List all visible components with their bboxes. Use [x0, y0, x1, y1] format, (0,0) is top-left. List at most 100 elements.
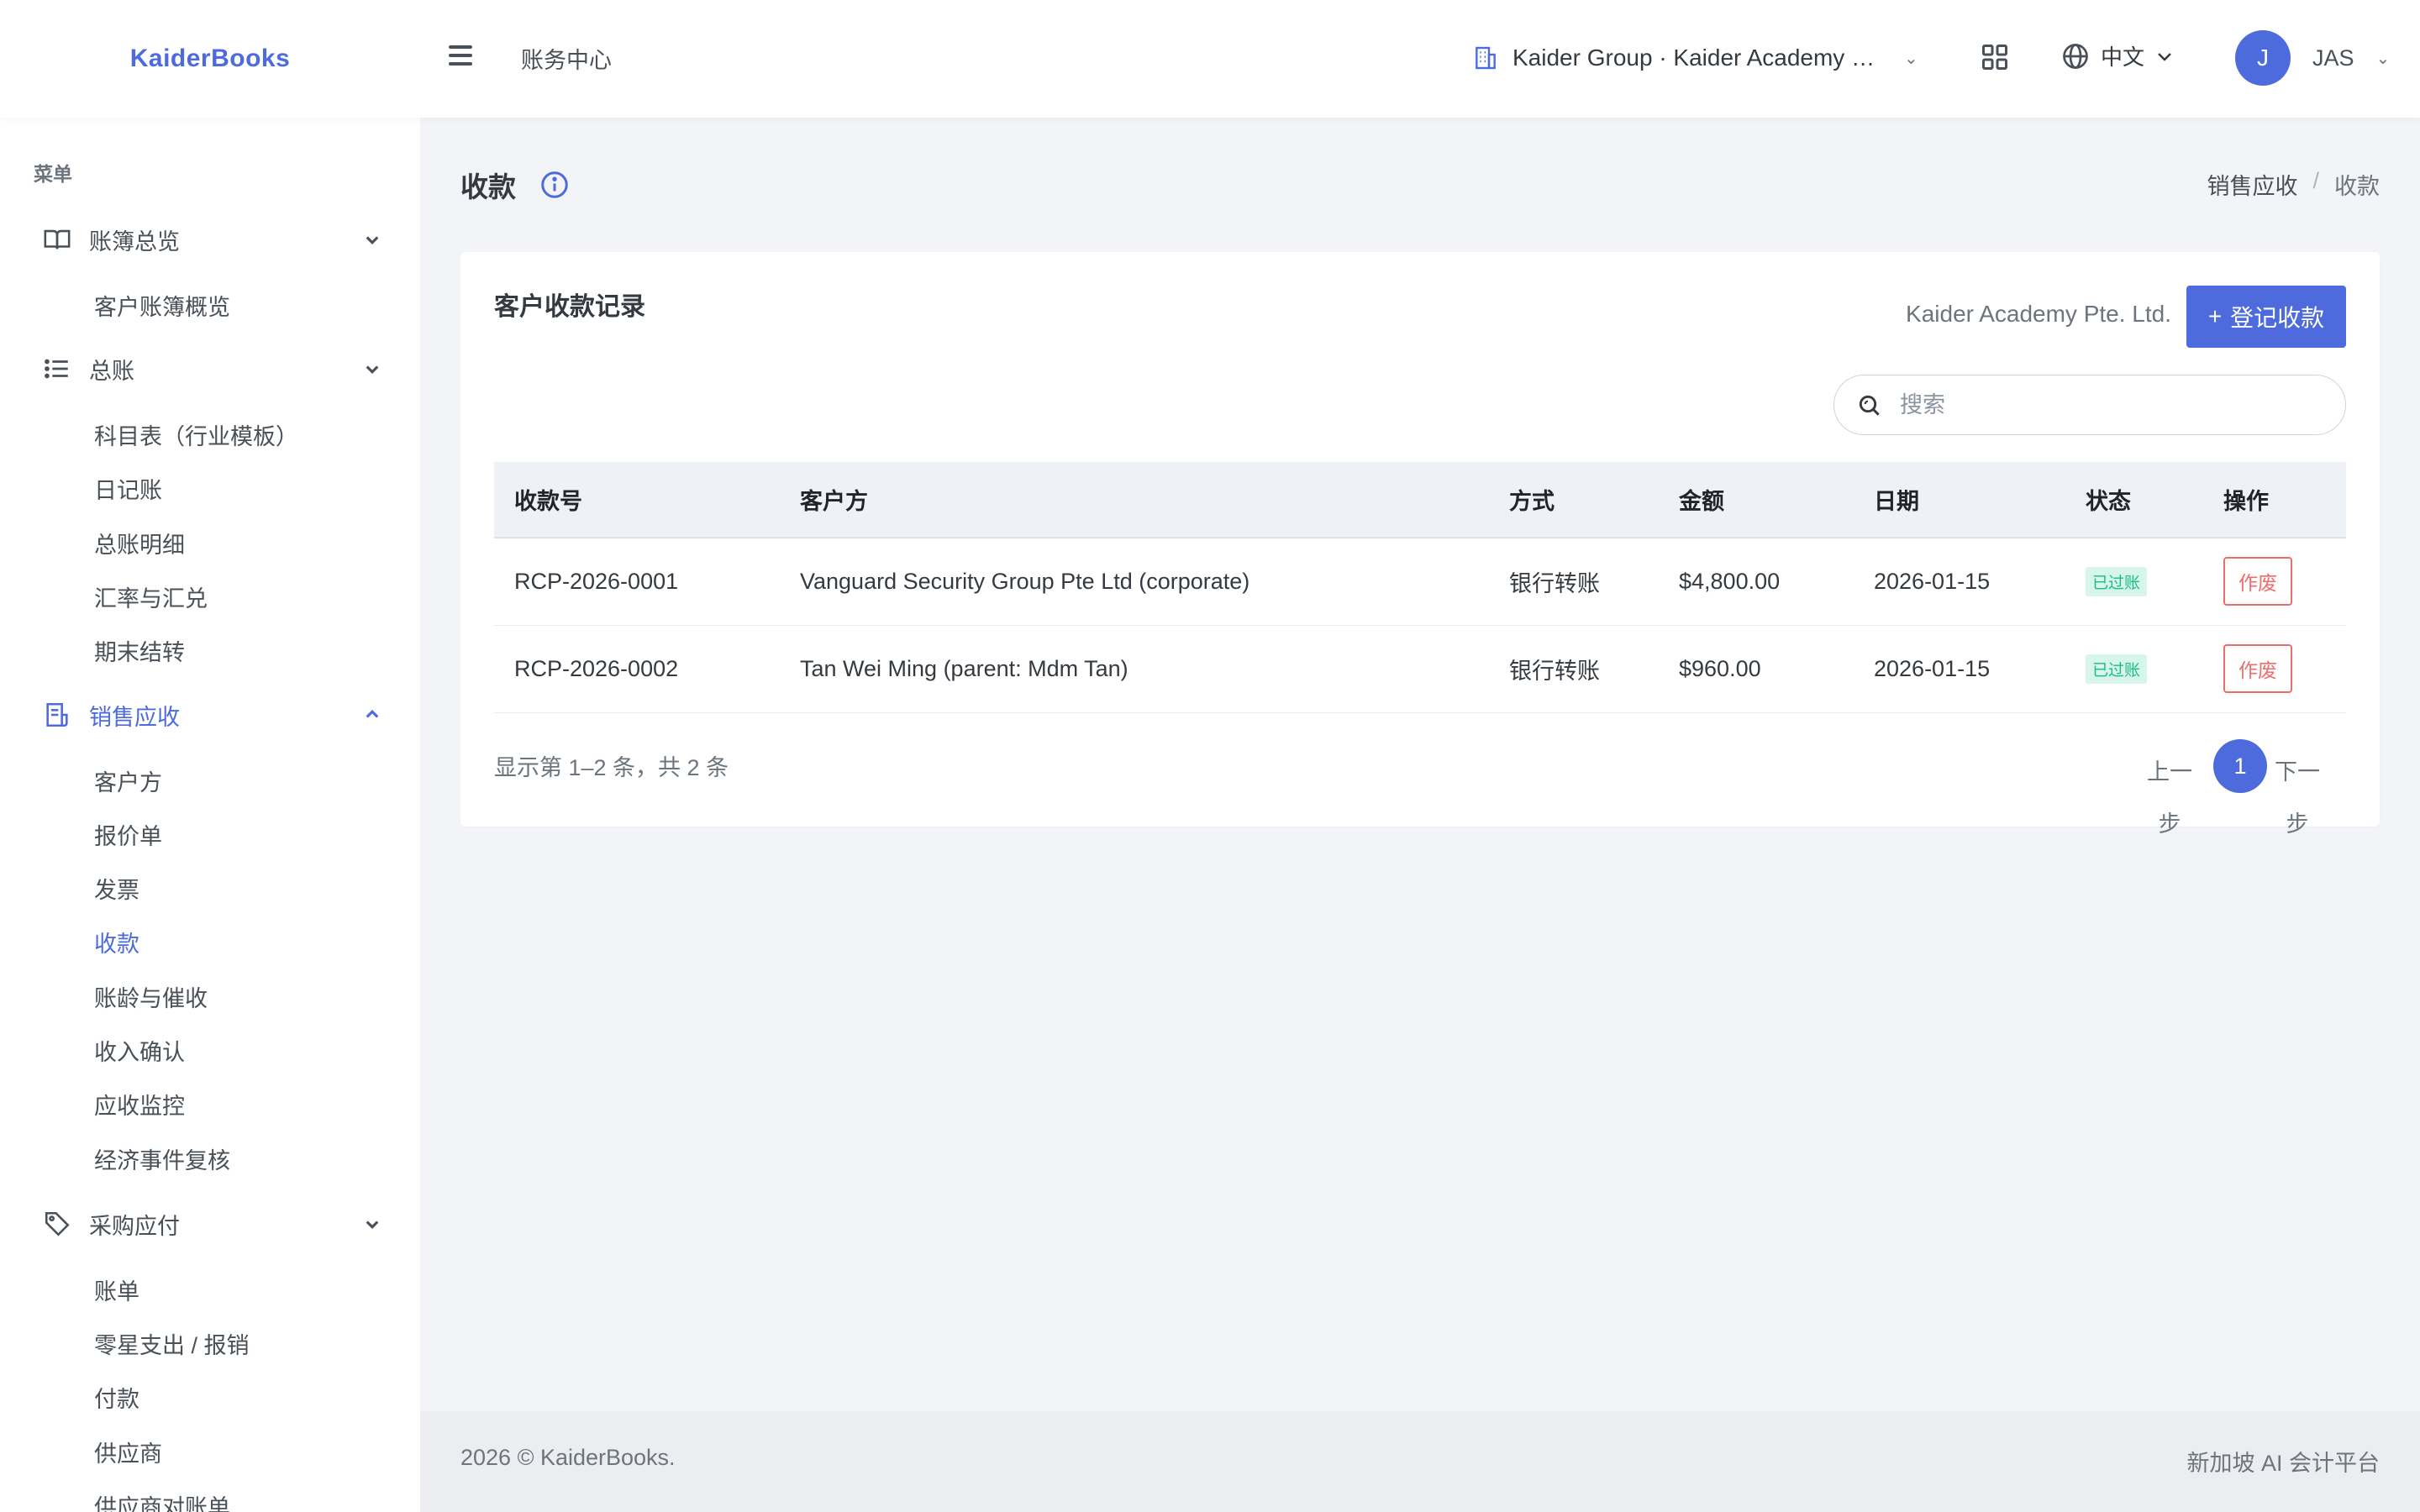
- tag-icon: [40, 1207, 74, 1241]
- sidebar-group-sales-ar[interactable]: 销售应收: [40, 694, 385, 736]
- chevron-down-icon: [2158, 52, 2171, 61]
- sidebar-group-label: 采购应付: [89, 1213, 180, 1239]
- sidebar-group-purchases-ap[interactable]: 采购应付: [40, 1203, 385, 1245]
- pagination: 上一步 1 下一步: [2144, 738, 2346, 855]
- sidebar-item-customer-ledger[interactable]: 客户账簿概览: [94, 289, 230, 322]
- sidebar-group-label: 账簿总览: [89, 228, 180, 255]
- app-title: 账务中心: [521, 48, 612, 73]
- receipt-no: RCP-2026-0001: [514, 568, 679, 594]
- avatar: J: [2235, 30, 2291, 86]
- receipt-no: RCP-2026-0002: [514, 655, 679, 681]
- footer-copyright: 2026 © KaiderBooks.: [460, 1445, 676, 1470]
- column-header-customer[interactable]: 客户方: [780, 462, 1489, 538]
- brand-logo[interactable]: KaiderBooks: [0, 0, 420, 118]
- action-cell: 作废: [2203, 538, 2346, 625]
- chevron-down-icon: [366, 236, 379, 244]
- pagination-summary: 显示第 1–2 条，共 2 条: [494, 755, 729, 780]
- apps-grid-icon[interactable]: [1980, 42, 2010, 72]
- column-header-actions: 操作: [2203, 462, 2346, 538]
- sidebar-item-supplier-statements[interactable]: 供应商对账单: [94, 1489, 230, 1512]
- sidebar-item-fx[interactable]: 汇率与汇兑: [94, 580, 208, 613]
- language-switcher[interactable]: 中文: [2060, 40, 2175, 71]
- language-label: 中文: [2101, 45, 2145, 70]
- sidebar-group-general-ledger[interactable]: 总账: [40, 348, 385, 390]
- search-icon: [1859, 395, 1880, 416]
- column-header-amount[interactable]: 金额: [1659, 462, 1854, 538]
- building-icon: [1476, 46, 1496, 70]
- sidebar-item-quotes[interactable]: 报价单: [94, 818, 162, 851]
- footer-tagline: 新加坡 AI 会计平台: [2186, 1451, 2380, 1476]
- org-switcher[interactable]: Kaider Group · Kaider Academy Pte. Ltd. …: [1472, 37, 1918, 79]
- footer: 2026 © KaiderBooks. 新加坡 AI 会计平台: [420, 1411, 2420, 1512]
- page-title: 收款: [460, 171, 516, 202]
- receipts-card: 客户收款记录 Kaider Academy Pte. Ltd. + 登记收款 收…: [460, 252, 2380, 837]
- company-name: Kaider Academy Pte. Ltd.: [1906, 301, 2171, 327]
- sidebar-group-label: 总账: [89, 358, 134, 384]
- sidebar-item-event-review[interactable]: 经济事件复核: [94, 1142, 230, 1175]
- next-page-button[interactable]: 下一步: [2272, 746, 2323, 850]
- void-button[interactable]: 作废: [2223, 557, 2292, 606]
- sidebar-item-expenses[interactable]: 零星支出 / 报销: [94, 1327, 250, 1360]
- column-header-method[interactable]: 方式: [1489, 462, 1659, 538]
- sidebar-item-invoices[interactable]: 发票: [94, 872, 139, 905]
- add-receipt-label: 登记收款: [2230, 305, 2325, 331]
- chevron-up-icon: [366, 710, 379, 718]
- globe-icon: [2063, 43, 2088, 69]
- sidebar-item-suppliers[interactable]: 供应商: [94, 1436, 162, 1468]
- user-name: JAS: [2312, 45, 2354, 71]
- page-number-button[interactable]: 1: [2213, 739, 2267, 793]
- sidebar-item-period-close[interactable]: 期末结转: [94, 634, 185, 667]
- table-row[interactable]: RCP-2026-0002 Tan Wei Ming (parent: Mdm …: [494, 625, 2346, 712]
- search-box: [1833, 375, 2346, 435]
- customer-name: Tan Wei Ming (parent: Mdm Tan): [800, 655, 1128, 681]
- table-row[interactable]: RCP-2026-0001 Vanguard Security Group Pt…: [494, 538, 2346, 625]
- action-cell: 作废: [2203, 625, 2346, 712]
- topbar: KaiderBooks 账务中心 Kaider Group · Kaider A…: [0, 0, 2420, 118]
- receipts-table: 收款号 客户方 方式 金额 日期 状态 操作 RCP-2026-0001 Van…: [494, 462, 2346, 713]
- sidebar-item-customers[interactable]: 客户方: [94, 764, 162, 797]
- void-button[interactable]: 作废: [2223, 644, 2292, 693]
- org-name: Kaider Group · Kaider Academy Pte. Ltd.: [1512, 45, 1882, 71]
- sidebar-item-chart-of-accounts[interactable]: 科目表（行业模板）: [94, 418, 298, 451]
- sidebar-item-revenue-recognition[interactable]: 收入确认: [94, 1034, 185, 1067]
- payment-method: 银行转账: [1509, 658, 1600, 684]
- date: 2026-01-15: [1874, 568, 1991, 594]
- add-receipt-button[interactable]: + 登记收款: [2186, 286, 2346, 348]
- column-header-status[interactable]: 状态: [2065, 462, 2203, 538]
- chevron-down-icon: ⌄: [2375, 49, 2391, 68]
- chevron-down-icon: [366, 365, 379, 374]
- prev-page-button[interactable]: 上一步: [2144, 746, 2195, 850]
- column-header-receipt-no[interactable]: 收款号: [494, 462, 780, 538]
- sidebar-item-journal[interactable]: 日记账: [94, 472, 162, 505]
- amount: $960.00: [1679, 655, 1761, 681]
- menu-toggle-button[interactable]: [449, 40, 477, 74]
- plus-icon: +: [2207, 303, 2223, 329]
- sidebar-item-gl-detail[interactable]: 总账明细: [94, 527, 185, 559]
- date: 2026-01-15: [1874, 655, 1991, 681]
- breadcrumb-separator: /: [2312, 168, 2319, 193]
- search-input[interactable]: [1900, 391, 2303, 418]
- table-header-row: 收款号 客户方 方式 金额 日期 状态 操作: [494, 462, 2346, 538]
- column-header-date[interactable]: 日期: [1854, 462, 2065, 538]
- sidebar-item-payments[interactable]: 付款: [94, 1381, 139, 1414]
- menu-title: 菜单: [34, 163, 72, 185]
- breadcrumb: 销售应收 / 收款: [2207, 168, 2380, 201]
- sidebar-item-aging[interactable]: 账龄与催收: [94, 980, 208, 1013]
- chevron-down-icon: ⌄: [1904, 49, 1918, 68]
- sidebar-group-ledger-overview[interactable]: 账簿总览: [40, 218, 385, 260]
- customer-name: Vanguard Security Group Pte Ltd (corpora…: [800, 568, 1250, 594]
- list-icon: [40, 352, 74, 386]
- chevron-down-icon: [366, 1221, 379, 1229]
- sidebar-item-receipts[interactable]: 收款: [94, 926, 139, 958]
- sidebar-item-bills[interactable]: 账单: [94, 1273, 139, 1306]
- receipt-icon: [40, 698, 74, 732]
- info-icon[interactable]: [539, 170, 570, 200]
- status-badge: 已过账: [2086, 566, 2148, 596]
- breadcrumb-item-sales-ar[interactable]: 销售应收: [2207, 168, 2297, 201]
- sidebar-item-ar-monitor[interactable]: 应收监控: [94, 1088, 185, 1121]
- user-menu[interactable]: J JAS ⌄: [2235, 30, 2390, 86]
- card-title: 客户收款记录: [494, 293, 645, 321]
- status-cell: 已过账: [2065, 625, 2203, 712]
- sidebar-group-label: 销售应收: [89, 704, 180, 730]
- breadcrumb-item-current: 收款: [2334, 174, 2380, 199]
